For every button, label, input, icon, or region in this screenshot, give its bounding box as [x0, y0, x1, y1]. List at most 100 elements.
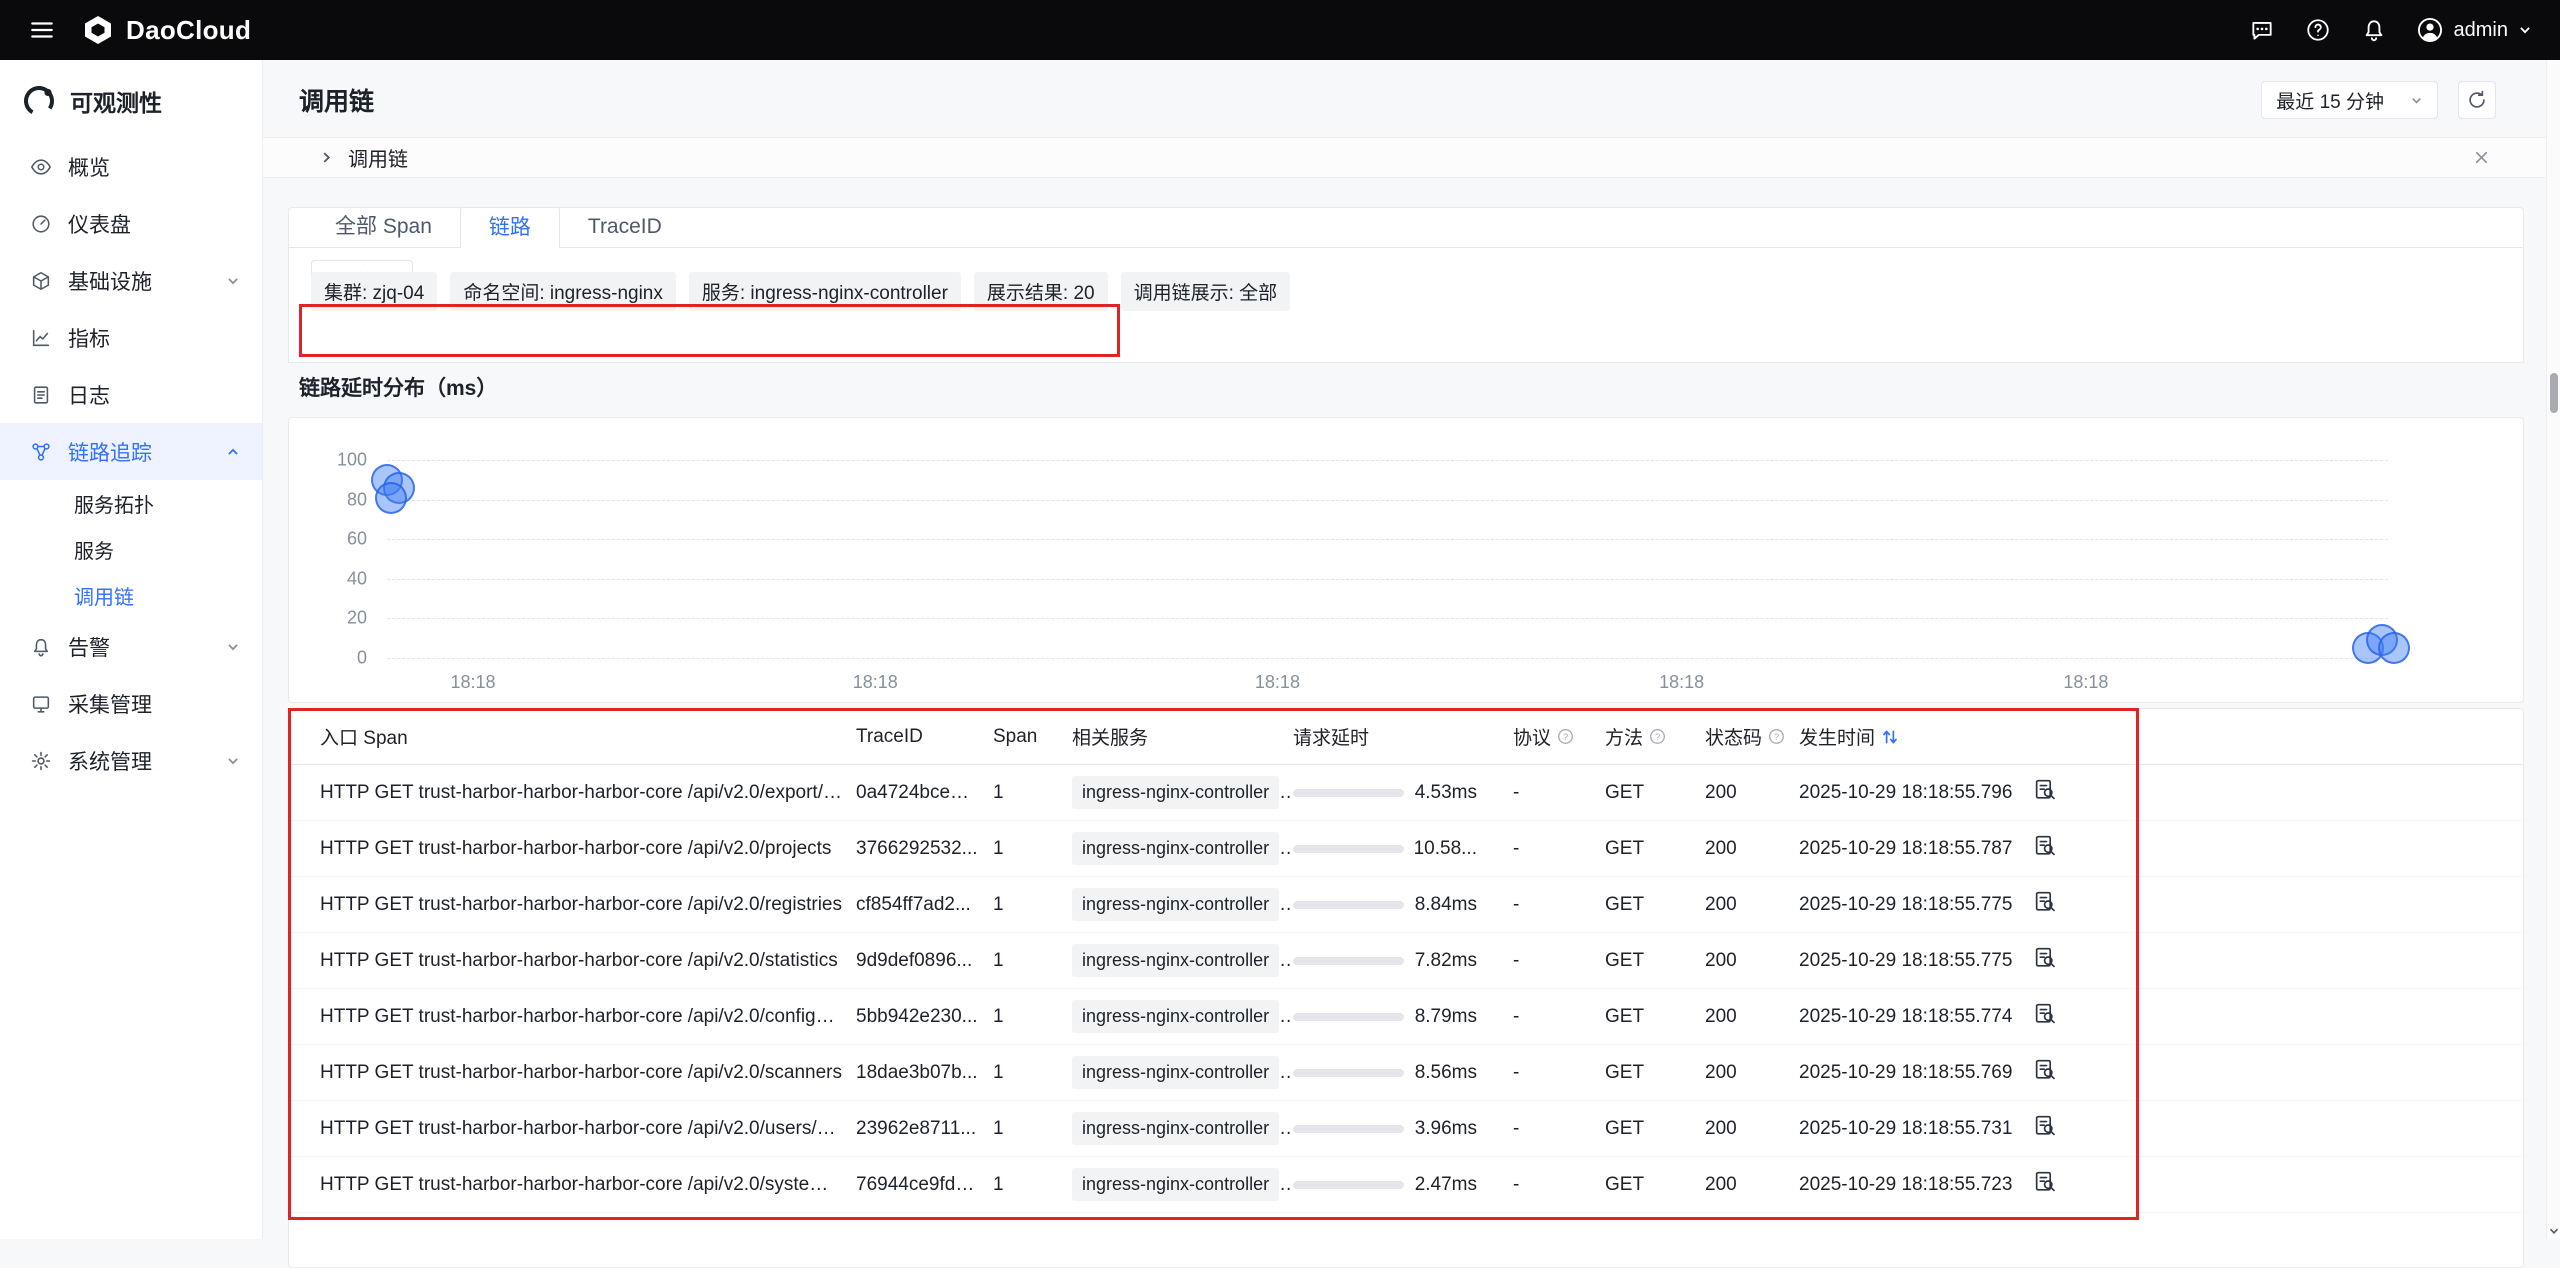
- observability-logo-icon: [22, 84, 56, 118]
- table-row[interactable]: HTTP GET trust-harbor-harbor-harbor-core…: [289, 1045, 2523, 1101]
- action-cell: [2033, 945, 2123, 976]
- view-trace-button[interactable]: [2033, 833, 2058, 858]
- brand[interactable]: DaoCloud: [82, 14, 251, 46]
- table-row[interactable]: HTTP GET trust-harbor-harbor-harbor-core…: [289, 765, 2523, 821]
- help-icon[interactable]: ?: [1649, 728, 1666, 745]
- scroll-down-arrow-icon[interactable]: [2548, 1225, 2560, 1237]
- scrollbar-thumb[interactable]: [2550, 373, 2558, 413]
- scatter-point[interactable]: [2378, 632, 2410, 664]
- sidebar-item-system[interactable]: 系统管理: [0, 732, 262, 789]
- latency-chart-plot: 18:1818:1818:1818:1818:18: [387, 460, 2388, 658]
- session-expander-chevron-icon[interactable]: [319, 150, 334, 165]
- entry-span-text: HTTP GET trust-harbor-harbor-harbor-core…: [320, 950, 856, 972]
- view-trace-button[interactable]: [2033, 1113, 2058, 1138]
- sidebar-item-logs[interactable]: 日志: [0, 366, 262, 423]
- sidebar-item-services[interactable]: 服务: [0, 526, 262, 572]
- table-row[interactable]: HTTP GET trust-harbor-harbor-harbor-core…: [289, 989, 2523, 1045]
- filter-tag-namespace[interactable]: 命名空间: ingress-nginx: [450, 272, 676, 311]
- refresh-button[interactable]: [2458, 81, 2496, 119]
- method-text: GET: [1605, 782, 1705, 804]
- chart-gridline: [387, 658, 2388, 659]
- column-header-label: Span: [993, 726, 1037, 748]
- action-cell: [2033, 1169, 2123, 1200]
- sidebar-item-traces[interactable]: 调用链: [0, 572, 262, 618]
- table-row[interactable]: HTTP GET trust-harbor-harbor-harbor-core…: [289, 821, 2523, 877]
- message-icon[interactable]: [2248, 16, 2276, 44]
- filter-tag-cluster[interactable]: 集群: zjq-04: [311, 272, 437, 311]
- sidebar-item-service-topology[interactable]: 服务拓扑: [0, 480, 262, 526]
- time-range-value: 最近 15 分钟: [2276, 87, 2384, 114]
- latency-bar: [1293, 1181, 1404, 1189]
- table-row[interactable]: HTTP GET trust-harbor-harbor-harbor-core…: [289, 1101, 2523, 1157]
- tab-all-span[interactable]: 全部 Span: [307, 207, 460, 247]
- method-text: GET: [1605, 1118, 1705, 1140]
- time-range-select[interactable]: 最近 15 分钟: [2261, 81, 2438, 119]
- latency-distribution-chart: 020406080100 18:1818:1818:1818:1818:18: [288, 417, 2524, 703]
- product-switcher[interactable]: 可观测性: [0, 60, 262, 138]
- sort-icon[interactable]: [1881, 728, 1899, 746]
- main-content: 调用链 最近 15 分钟 调用链 全部 Span 链路 TraceID 筛选: [263, 60, 2560, 1239]
- tab-traceid[interactable]: TraceID: [560, 207, 690, 247]
- filter-tag-trace-display[interactable]: 调用链展示: 全部: [1121, 272, 1291, 311]
- chart-gridline: [387, 460, 2388, 461]
- sidebar-item-tracing[interactable]: 链路追踪: [0, 423, 262, 480]
- span-count: 1: [993, 1006, 1072, 1028]
- help-icon[interactable]: [2304, 16, 2332, 44]
- view-trace-button[interactable]: [2033, 945, 2058, 970]
- column-header-label: 方法: [1605, 723, 1643, 750]
- view-trace-button[interactable]: [2033, 777, 2058, 802]
- method-text: GET: [1605, 1006, 1705, 1028]
- user-menu[interactable]: admin: [2416, 16, 2532, 44]
- table-row[interactable]: HTTP GET trust-harbor-harbor-harbor-core…: [289, 877, 2523, 933]
- menu-icon[interactable]: [28, 16, 56, 44]
- method-text: GET: [1605, 1174, 1705, 1196]
- gauge-icon: [30, 213, 52, 235]
- service-cell: ingress-nginx-controller: [1072, 1000, 1293, 1033]
- close-icon[interactable]: [2473, 149, 2490, 166]
- latency-bar: [1293, 845, 1404, 853]
- view-trace-button[interactable]: [2033, 1057, 2058, 1082]
- notification-icon[interactable]: [2360, 16, 2388, 44]
- scatter-point[interactable]: [375, 482, 407, 514]
- help-icon[interactable]: ?: [1557, 728, 1574, 745]
- time-text: 2025-10-29 18:18:55.731: [1799, 1118, 2033, 1140]
- column-header-6: 方法?: [1605, 723, 1705, 750]
- sidebar-item-overview[interactable]: 概览: [0, 138, 262, 195]
- sidebar-item-label: 链路追踪: [68, 437, 152, 467]
- filter-tag-result-count[interactable]: 展示结果: 20: [974, 272, 1108, 311]
- view-trace-icon: [2033, 1169, 2058, 1194]
- chevron-down-icon: [2410, 94, 2423, 107]
- help-icon[interactable]: ?: [1768, 728, 1785, 745]
- latency-cell: 4.53ms: [1293, 782, 1513, 804]
- span-count: 1: [993, 782, 1072, 804]
- vertical-scrollbar[interactable]: [2546, 60, 2560, 1239]
- service-badge: ingress-nginx-controller: [1072, 1000, 1279, 1033]
- span-count: 1: [993, 1062, 1072, 1084]
- table-row[interactable]: HTTP GET trust-harbor-harbor-harbor-core…: [289, 1157, 2523, 1213]
- table-row[interactable]: HTTP GET trust-harbor-harbor-harbor-core…: [289, 933, 2523, 989]
- latency-cell: 3.96ms: [1293, 1118, 1513, 1140]
- sidebar-item-label: 日志: [68, 380, 110, 410]
- action-cell: [2033, 833, 2123, 864]
- x-tick-label: 18:18: [2063, 672, 2108, 693]
- status-code-text: 200: [1705, 782, 1799, 804]
- time-text: 2025-10-29 18:18:55.787: [1799, 838, 2033, 860]
- action-cell: [2033, 889, 2123, 920]
- view-trace-button[interactable]: [2033, 1001, 2058, 1026]
- view-trace-button[interactable]: [2033, 889, 2058, 914]
- sidebar-item-metrics[interactable]: 指标: [0, 309, 262, 366]
- x-tick-label: 18:18: [451, 672, 496, 693]
- tab-trace[interactable]: 链路: [460, 207, 560, 248]
- filter-tag-service[interactable]: 服务: ingress-nginx-controller: [689, 272, 961, 311]
- entry-span-text: HTTP GET trust-harbor-harbor-harbor-core…: [320, 1174, 856, 1196]
- sidebar-item-alerts[interactable]: 告警: [0, 618, 262, 675]
- chevron-down-icon: [226, 274, 240, 288]
- view-trace-button[interactable]: [2033, 1169, 2058, 1194]
- svg-text:?: ?: [1774, 732, 1779, 743]
- sidebar-item-dashboard[interactable]: 仪表盘: [0, 195, 262, 252]
- sidebar-item-collection[interactable]: 采集管理: [0, 675, 262, 732]
- latency-value: 3.96ms: [1404, 1118, 1513, 1140]
- x-tick-label: 18:18: [1255, 672, 1300, 693]
- sidebar-item-infrastructure[interactable]: 基础设施: [0, 252, 262, 309]
- entry-span-text: HTTP GET trust-harbor-harbor-harbor-core…: [320, 782, 856, 804]
